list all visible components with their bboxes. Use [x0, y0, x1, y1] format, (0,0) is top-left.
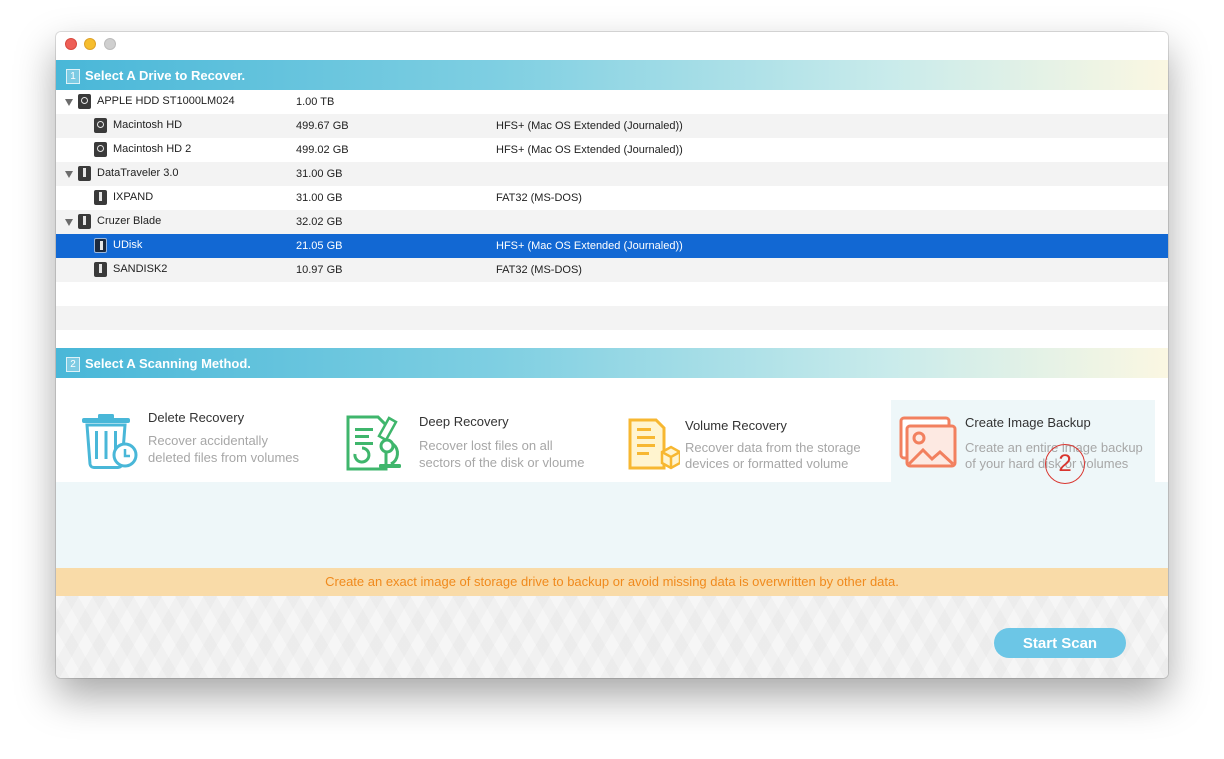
drive-name: Macintosh HD: [113, 119, 183, 131]
volume-recovery-desc-line2: devices or formatted volume: [685, 456, 849, 471]
usb-drive-icon: [94, 238, 107, 253]
drive-row[interactable]: APPLE HDD ST1000LM024 1.00 TB: [56, 90, 1168, 114]
delete-recovery-option[interactable]: Delete Recovery Recover accidentally del…: [66, 400, 336, 482]
drive-size: 31.00 GB: [296, 192, 343, 204]
drive-filesystem: FAT32 (MS-DOS): [496, 264, 582, 276]
deep-recovery-desc-line1: Recover lost files on all: [419, 438, 553, 453]
deep-recovery-title: Deep Recovery: [419, 414, 509, 429]
footer: Start Scan: [56, 596, 1168, 678]
drive-name: IXPAND: [113, 191, 154, 203]
scan-method-section-title: Select A Scanning Method.: [85, 356, 251, 371]
drive-size: 499.02 GB: [296, 144, 349, 156]
drive-size: 10.97 GB: [296, 264, 343, 276]
disclosure-triangle-icon[interactable]: [65, 171, 73, 178]
drive-filesystem: HFS+ (Mac OS Extended (Journaled)): [496, 144, 683, 156]
method-notice-bar: Create an exact image of storage drive t…: [56, 568, 1168, 596]
deep-recovery-option[interactable]: Deep Recovery Recover lost files on all …: [339, 400, 609, 482]
delete-recovery-desc-line2: deleted files from volumes: [148, 450, 300, 465]
delete-recovery-desc-line1: Recover accidentally: [148, 433, 268, 448]
folder-box-icon: [628, 418, 680, 470]
step-annotation-circle: 2: [1045, 444, 1085, 484]
title-bar: [56, 32, 1168, 60]
drive-table: APPLE HDD ST1000LM024 1.00 TB Macintosh HD…: [56, 90, 1168, 330]
minimize-window-button[interactable]: [84, 38, 96, 50]
delete-recovery-title: Delete Recovery: [148, 410, 245, 425]
step-number-1: 1: [66, 69, 80, 84]
drive-name: UDisk: [113, 239, 143, 251]
drive-filesystem: HFS+ (Mac OS Extended (Journaled)): [496, 240, 683, 252]
create-image-backup-option[interactable]: Create Image Backup Create an entire ima…: [891, 400, 1155, 482]
usb-drive-icon: [78, 214, 91, 229]
hard-disk-icon: [78, 94, 91, 109]
drive-row[interactable]: Cruzer Blade 32.02 GB: [56, 210, 1168, 234]
close-window-button[interactable]: [65, 38, 77, 50]
zoom-window-button[interactable]: [104, 38, 116, 50]
microscope-document-icon: [346, 415, 401, 471]
hard-disk-icon: [94, 118, 107, 133]
trash-clock-icon: [82, 414, 138, 470]
drive-size: 499.67 GB: [296, 120, 349, 132]
scan-methods: Delete Recovery Recover accidentally del…: [56, 378, 1168, 568]
disclosure-triangle-icon[interactable]: [65, 219, 73, 226]
disclosure-triangle-icon[interactable]: [65, 99, 73, 106]
drive-size: 32.02 GB: [296, 216, 343, 228]
hard-disk-icon: [94, 142, 107, 157]
create-image-backup-title: Create Image Backup: [965, 415, 1091, 430]
usb-drive-icon: [78, 166, 91, 181]
scan-method-section-header: 2 Select A Scanning Method.: [56, 348, 1168, 378]
usb-drive-icon: [94, 190, 107, 205]
volume-recovery-desc-line1: Recover data from the storage: [685, 440, 861, 455]
drive-name: Cruzer Blade: [97, 215, 162, 227]
drive-section-header: 1 Select A Drive to Recover.: [56, 60, 1168, 90]
drive-name: SANDISK2: [113, 263, 168, 275]
volume-row[interactable]: SANDISK2 10.97 GB FAT32 (MS-DOS): [56, 258, 1168, 282]
volume-recovery-title: Volume Recovery: [685, 418, 787, 433]
volume-row[interactable]: Macintosh HD 2 499.02 GB HFS+ (Mac OS Exte…: [56, 138, 1168, 162]
empty-row: [56, 282, 1168, 306]
volume-recovery-option[interactable]: Volume Recovery Recover data from the st…: [612, 400, 888, 482]
start-scan-button[interactable]: Start Scan: [994, 628, 1126, 658]
drive-name: APPLE HDD ST1000LM024: [97, 95, 235, 107]
method-description-area: [56, 482, 1168, 568]
drive-row[interactable]: DataTraveler 3.0 31.00 GB: [56, 162, 1168, 186]
drive-size: 31.00 GB: [296, 168, 343, 180]
drive-name: DataTraveler 3.0: [97, 167, 179, 179]
drive-size: 21.05 GB: [296, 240, 343, 252]
app-window: 1 Select A Drive to Recover. APPLE HDD S…: [56, 32, 1168, 678]
deep-recovery-desc-line2: sectors of the disk or vloume: [419, 455, 585, 470]
drive-section-title: Select A Drive to Recover.: [85, 68, 246, 83]
drive-filesystem: HFS+ (Mac OS Extended (Journaled)): [496, 120, 683, 132]
volume-row[interactable]: UDisk 21.05 GB HFS+ (Mac OS Extended (Jour…: [56, 234, 1168, 258]
image-icon: [899, 416, 957, 468]
drive-size: 1.00 TB: [296, 96, 335, 108]
drive-filesystem: FAT32 (MS-DOS): [496, 192, 582, 204]
step-number-2: 2: [66, 357, 80, 372]
volume-row[interactable]: Macintosh HD 499.67 GB HFS+ (Mac OS Extend…: [56, 114, 1168, 138]
volume-row[interactable]: IXPAND 31.00 GB FAT32 (MS-DOS): [56, 186, 1168, 210]
usb-drive-icon: [94, 262, 107, 277]
empty-row: [56, 306, 1168, 330]
drive-name: Macintosh HD 2: [113, 143, 192, 155]
